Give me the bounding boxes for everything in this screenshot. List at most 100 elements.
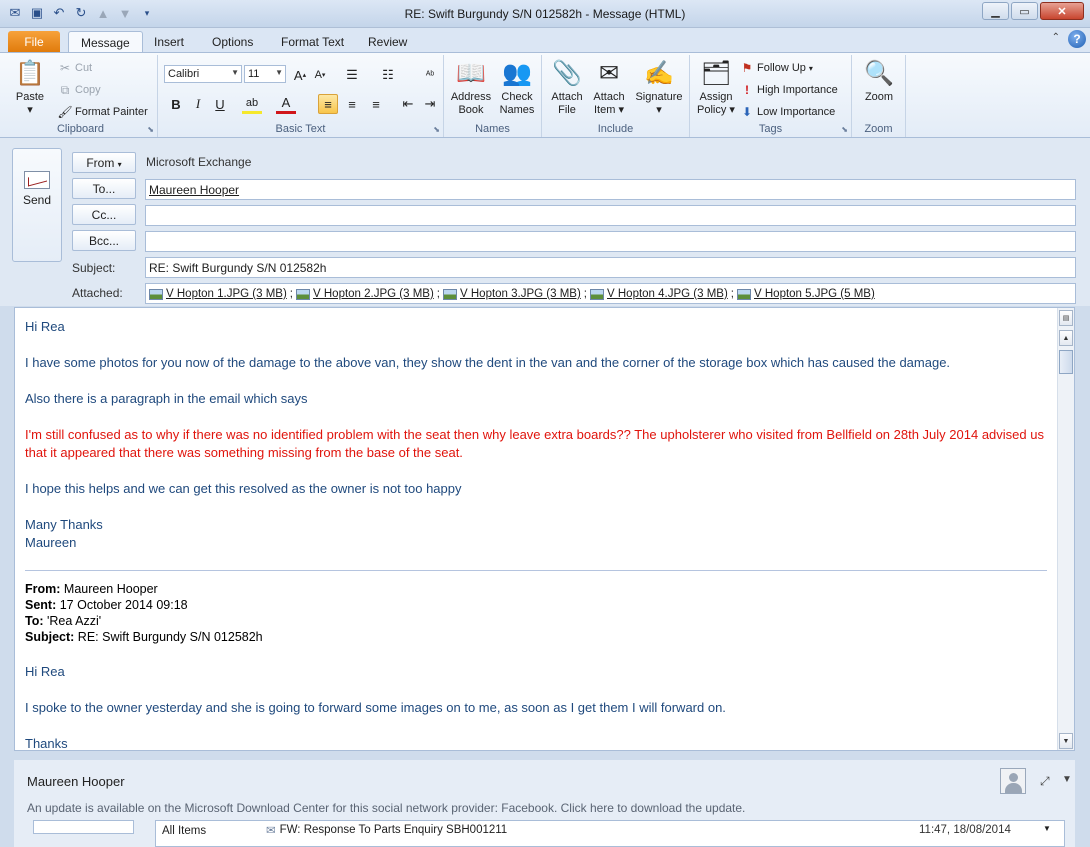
message-body[interactable]: Hi Rea I have some photos for you now of… bbox=[14, 307, 1075, 751]
prev-from: Maureen Hooper bbox=[63, 582, 158, 596]
align-center-icon[interactable]: ≡ bbox=[342, 94, 362, 114]
from-button-label: From bbox=[86, 156, 115, 170]
bcc-field[interactable] bbox=[145, 231, 1076, 252]
message-body-content[interactable]: Hi Rea I have some photos for you now of… bbox=[25, 318, 1050, 750]
attachments-field: V Hopton 1.JPG (3 MB); V Hopton 2.JPG (3… bbox=[145, 283, 1076, 304]
scroll-thumb[interactable] bbox=[1059, 350, 1073, 374]
underline-icon[interactable]: U bbox=[210, 94, 230, 114]
low-importance-button[interactable]: ⬇ Low Importance bbox=[740, 103, 835, 121]
align-right-icon[interactable]: ≡ bbox=[366, 94, 386, 114]
people-pane-tab[interactable] bbox=[33, 820, 134, 834]
numbering-icon[interactable]: ☷ bbox=[378, 65, 398, 85]
scroll-down-icon[interactable]: ▼ bbox=[1059, 733, 1073, 749]
item-time: 11:47, 18/08/2014 bbox=[919, 824, 1011, 836]
minimize-button[interactable]: ▁ bbox=[982, 2, 1009, 20]
attach-item-button[interactable]: ✉ Attach Item ▾ bbox=[588, 57, 630, 117]
chevron-down-icon[interactable]: ▼ bbox=[1062, 774, 1072, 785]
from-button[interactable]: From ▾ bbox=[72, 152, 136, 173]
font-color-icon[interactable]: A bbox=[276, 94, 296, 114]
people-pane: Maureen Hooper ⤢ ▼ An update is availabl… bbox=[14, 760, 1075, 847]
attachment-item[interactable]: V Hopton 3.JPG (3 MB); bbox=[443, 288, 587, 300]
chevron-down-icon: ▼ bbox=[275, 68, 283, 77]
clear-formatting-icon[interactable]: ᴬᵇ bbox=[420, 65, 440, 85]
assign-policy-button[interactable]: 🗂 Assign Policy ▾ bbox=[694, 57, 738, 117]
align-left-icon[interactable]: ≡ bbox=[318, 94, 338, 114]
tab-message[interactable]: Message bbox=[68, 31, 143, 52]
attachment-item[interactable]: V Hopton 5.JPG (5 MB) bbox=[737, 288, 875, 300]
low-importance-label: Low Importance bbox=[757, 106, 836, 118]
prev-to: 'Rea Azzi' bbox=[47, 614, 102, 628]
format-painter-button[interactable]: 🖌 Format Painter bbox=[57, 103, 147, 121]
attachment-name: V Hopton 1.JPG (3 MB) bbox=[166, 288, 287, 300]
font-size-value: 11 bbox=[248, 68, 260, 80]
scroll-up-icon[interactable]: ▲ bbox=[1059, 330, 1073, 346]
tags-dialog-launcher-icon[interactable]: ⬊ bbox=[841, 125, 848, 134]
zoom-button[interactable]: 🔍 Zoom bbox=[856, 57, 902, 104]
to-button[interactable]: To... bbox=[72, 178, 136, 199]
check-names-button[interactable]: 👥 Check Names bbox=[494, 57, 540, 117]
avatar bbox=[1000, 768, 1026, 794]
font-name-combo[interactable]: Calibri ▼ bbox=[164, 65, 242, 83]
check-names-label: Check Names bbox=[499, 91, 535, 116]
copy-button[interactable]: ⧉ Copy bbox=[58, 81, 101, 99]
clipboard-dialog-launcher-icon[interactable]: ⬊ bbox=[147, 125, 154, 134]
paste-button[interactable]: 📋 Paste ▾ bbox=[10, 57, 50, 117]
chevron-down-icon[interactable]: ▼ bbox=[1043, 824, 1051, 833]
attachment-name: V Hopton 2.JPG (3 MB) bbox=[313, 288, 434, 300]
follow-up-label: Follow Up bbox=[757, 62, 806, 74]
decrease-indent-icon[interactable]: ⇤ bbox=[398, 94, 418, 114]
follow-up-button[interactable]: ⚑ Follow Up ▾ bbox=[740, 59, 813, 77]
attach-file-button[interactable]: 📎 Attach File bbox=[546, 57, 588, 117]
subject-field[interactable]: RE: Swift Burgundy S/N 012582h bbox=[145, 257, 1076, 278]
tags-group-label: Tags bbox=[758, 123, 783, 135]
font-size-combo[interactable]: 11 ▼ bbox=[244, 65, 286, 83]
attachment-name: V Hopton 5.JPG (5 MB) bbox=[754, 288, 875, 300]
image-file-icon bbox=[737, 288, 751, 300]
body-scrollbar[interactable]: ▤ ▲ ▼ bbox=[1057, 308, 1074, 750]
highlight-icon[interactable]: ab bbox=[242, 94, 262, 114]
tab-review[interactable]: Review bbox=[356, 31, 419, 52]
bcc-button[interactable]: Bcc... bbox=[72, 230, 136, 251]
bold-icon[interactable]: B bbox=[166, 94, 186, 114]
increase-indent-icon[interactable]: ⇥ bbox=[420, 94, 440, 114]
maximize-button[interactable]: ▭ bbox=[1011, 2, 1038, 20]
cc-field[interactable] bbox=[145, 205, 1076, 226]
collapse-ribbon-icon[interactable]: ⌃ bbox=[1052, 32, 1060, 43]
tab-format-text[interactable]: Format Text bbox=[269, 31, 356, 52]
attachment-item[interactable]: V Hopton 4.JPG (3 MB); bbox=[590, 288, 734, 300]
address-book-label: Address Book bbox=[450, 91, 492, 116]
paintbrush-icon: 🖌 bbox=[57, 105, 73, 119]
expand-pane-icon[interactable]: ⤢ bbox=[1040, 774, 1050, 789]
basic-text-group-label: Basic Text bbox=[275, 123, 326, 135]
all-items-label[interactable]: All Items bbox=[162, 825, 206, 837]
help-icon[interactable]: ? bbox=[1068, 30, 1086, 48]
basic-text-dialog-launcher-icon[interactable]: ⬊ bbox=[433, 125, 440, 134]
ribbon: 📋 Paste ▾ ✂ Cut ⧉ Copy 🖌 Format Painter C… bbox=[0, 52, 1090, 138]
tab-options[interactable]: Options bbox=[200, 31, 265, 52]
to-recipient[interactable]: Maureen Hooper bbox=[149, 183, 239, 197]
grow-font-icon[interactable]: A ▴ bbox=[290, 65, 310, 85]
exclamation-icon: ! bbox=[745, 83, 749, 97]
bullets-icon[interactable]: ☰ bbox=[342, 65, 362, 85]
paste-label: Paste bbox=[15, 91, 45, 103]
italic-icon[interactable]: I bbox=[188, 94, 208, 114]
people-pane-name[interactable]: Maureen Hooper bbox=[27, 774, 125, 789]
ruler-toggle-icon[interactable]: ▤ bbox=[1059, 310, 1073, 326]
shrink-font-icon[interactable]: A ▾ bbox=[310, 65, 330, 85]
attachment-item[interactable]: V Hopton 2.JPG (3 MB); bbox=[296, 288, 440, 300]
cut-button[interactable]: ✂ Cut bbox=[58, 59, 92, 77]
signature-button[interactable]: ✍ Signature ▾ bbox=[630, 57, 688, 117]
update-notice[interactable]: An update is available on the Microsoft … bbox=[27, 801, 745, 815]
send-button[interactable]: Send bbox=[12, 148, 62, 262]
high-importance-button[interactable]: ! High Importance bbox=[740, 81, 838, 99]
to-field[interactable]: Maureen Hooper bbox=[145, 179, 1076, 200]
address-book-button[interactable]: 📖 Address Book bbox=[448, 57, 494, 117]
body-greeting: Hi Rea bbox=[25, 319, 65, 334]
list-item[interactable]: ✉ FW: Response To Parts Enquiry SBH00121… bbox=[266, 823, 507, 837]
close-button[interactable]: ✕ bbox=[1040, 2, 1084, 20]
window-title: RE: Swift Burgundy S/N 012582h - Message… bbox=[404, 7, 686, 21]
tab-file[interactable]: File bbox=[8, 31, 60, 52]
cc-button[interactable]: Cc... bbox=[72, 204, 136, 225]
attachment-item[interactable]: V Hopton 1.JPG (3 MB); bbox=[149, 288, 293, 300]
tab-insert[interactable]: Insert bbox=[142, 31, 196, 52]
